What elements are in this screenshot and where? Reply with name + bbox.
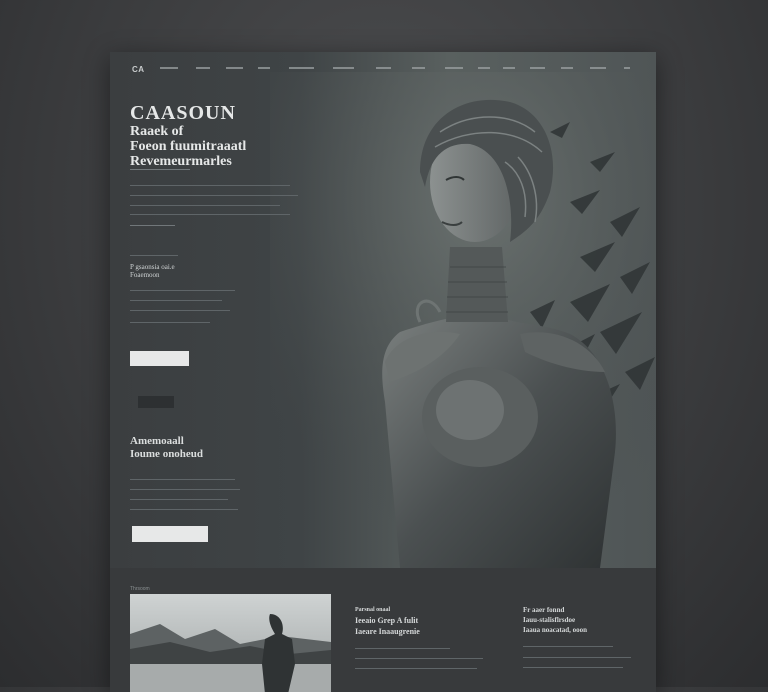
section-title-line: Amemoaall [130,435,184,447]
hero-title: CAASOUN Raaek of Foeon fuumitraaatl Reve… [130,102,246,169]
hero-title-line: Foeon fuumitraaatl [130,139,247,154]
nav-item[interactable] [561,67,573,69]
nav-item[interactable] [160,67,178,69]
web-page-mockup: CA CAASOUN Raaek of Foeon fuumitraaatl R… [110,52,656,692]
card-title: Parsnal onaal Ieeaio Grep A fulit Iaeare… [355,606,420,637]
text-line [130,169,190,170]
nav-item[interactable] [412,67,425,69]
hero-title-line: Raaek of [130,124,184,139]
text-line [130,214,290,215]
text-line [130,322,210,323]
site-logo[interactable]: CA [132,65,145,74]
landscape-thumbnail[interactable] [130,594,331,692]
nav-item[interactable] [624,67,630,69]
card-title-line: Iaaua noacatad, ooon [523,626,587,634]
nav-item[interactable] [590,67,606,69]
hero-title-line: CAASOUN [130,102,236,124]
hero-title-line: Revemeurmarles [130,154,232,169]
nav-item[interactable] [478,67,490,69]
text-line [130,499,228,500]
text-line [355,658,483,659]
text-line [130,290,235,291]
card-title: Fr aaer fonnd Iauu-stalisflrsdoe Iaaua n… [523,606,587,635]
primary-button[interactable] [130,351,189,366]
section-title-line: Ioume onoheud [130,448,204,460]
text-line [523,667,623,668]
subheading-line: Foaemoon [130,271,160,279]
nav-item[interactable] [530,67,545,69]
cta-button[interactable] [132,526,208,542]
nav-item[interactable] [376,67,391,69]
nav-item[interactable] [289,67,314,69]
top-navigation: CA [110,52,656,86]
card-title-line: Ieeaio Grep A fulit [355,616,419,625]
hero-illustration [270,72,656,568]
content-section: Thrsoom Parsnal onaal Ieeaio Grep A fuli… [110,568,656,692]
text-line [130,509,238,510]
text-line [130,310,230,311]
card-title-line: Parsnal onaal [355,607,391,613]
secondary-button[interactable] [138,396,174,408]
nav-item[interactable] [503,67,515,69]
text-line [130,479,235,480]
text-line [130,300,222,301]
card-title-line: Iaeare Inaaugrenie [355,627,420,636]
text-line [355,648,450,649]
hero-section: CA CAASOUN Raaek of Foeon fuumitraaatl R… [110,52,656,568]
card-title-line: Fr aaer fonnd [523,606,565,614]
text-line [130,489,240,490]
text-line [130,205,280,206]
subheading: P gsaonsia oai.e Foaemoon [130,263,175,279]
nav-item[interactable] [445,67,463,69]
divider [130,225,175,226]
section-title: Amemoaall Ioume onoheud [130,435,203,461]
nav-item[interactable] [226,67,243,69]
nav-item[interactable] [196,67,210,69]
text-line [130,195,298,196]
text-line [355,668,477,669]
card-title-line: Iauu-stalisflrsdoe [523,616,576,624]
text-line [523,646,613,647]
subheading-line: P gsaonsia oai.e [130,263,175,271]
section-label: Thrsoom [130,586,150,592]
nav-item[interactable] [258,67,270,69]
text-line [523,657,631,658]
nav-item[interactable] [333,67,354,69]
text-line [130,185,290,186]
text-line [130,255,178,256]
